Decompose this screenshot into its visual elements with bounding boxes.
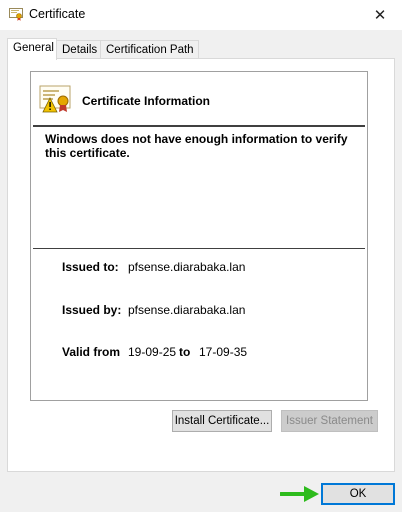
ok-label: OK <box>349 488 367 500</box>
issuer-statement-button[interactable]: Issuer Statement <box>281 410 378 432</box>
certificate-info-heading: Certificate Information <box>82 94 211 108</box>
valid-to-label: to <box>179 345 191 359</box>
window-title: Certificate <box>29 7 86 21</box>
tab-certification-path[interactable]: Certification Path <box>100 40 199 58</box>
tab-general-label: General <box>13 42 54 54</box>
tab-certification-path-label: Certification Path <box>106 44 194 56</box>
divider <box>33 248 365 249</box>
valid-from-value: 19-09-25 <box>128 345 177 359</box>
tab-details[interactable]: Details <box>56 40 101 58</box>
tab-general[interactable]: General <box>7 38 57 60</box>
certificate-info-box: Certificate Information Windows does not… <box>30 71 368 401</box>
install-certificate-button[interactable]: Install Certificate... <box>172 410 272 432</box>
valid-from-label: Valid from <box>62 345 121 359</box>
tab-details-label: Details <box>62 44 98 56</box>
general-tab-panel: Certificate Information Windows does not… <box>7 58 395 472</box>
certificate-icon <box>9 8 23 21</box>
title-bar: Certificate ✕ <box>0 0 402 30</box>
issued-to-label: Issued to: <box>62 260 119 274</box>
issuer-statement-label: Issuer Statement <box>286 415 373 427</box>
close-button[interactable]: ✕ <box>358 0 402 30</box>
divider <box>33 125 365 127</box>
certificate-warning-text: Windows does not have enough information… <box>45 132 348 160</box>
ok-button[interactable]: OK <box>321 483 395 505</box>
issued-by-label: Issued by: <box>62 303 122 317</box>
issued-by-value: pfsense.diarabaka.lan <box>128 303 246 317</box>
issued-to-value: pfsense.diarabaka.lan <box>128 260 246 274</box>
install-certificate-label: Install Certificate... <box>174 415 270 427</box>
valid-to-value: 17-09-35 <box>199 345 248 359</box>
close-icon: ✕ <box>373 7 387 24</box>
arrow-icon <box>280 486 319 502</box>
certificate-warning-icon <box>39 85 71 113</box>
